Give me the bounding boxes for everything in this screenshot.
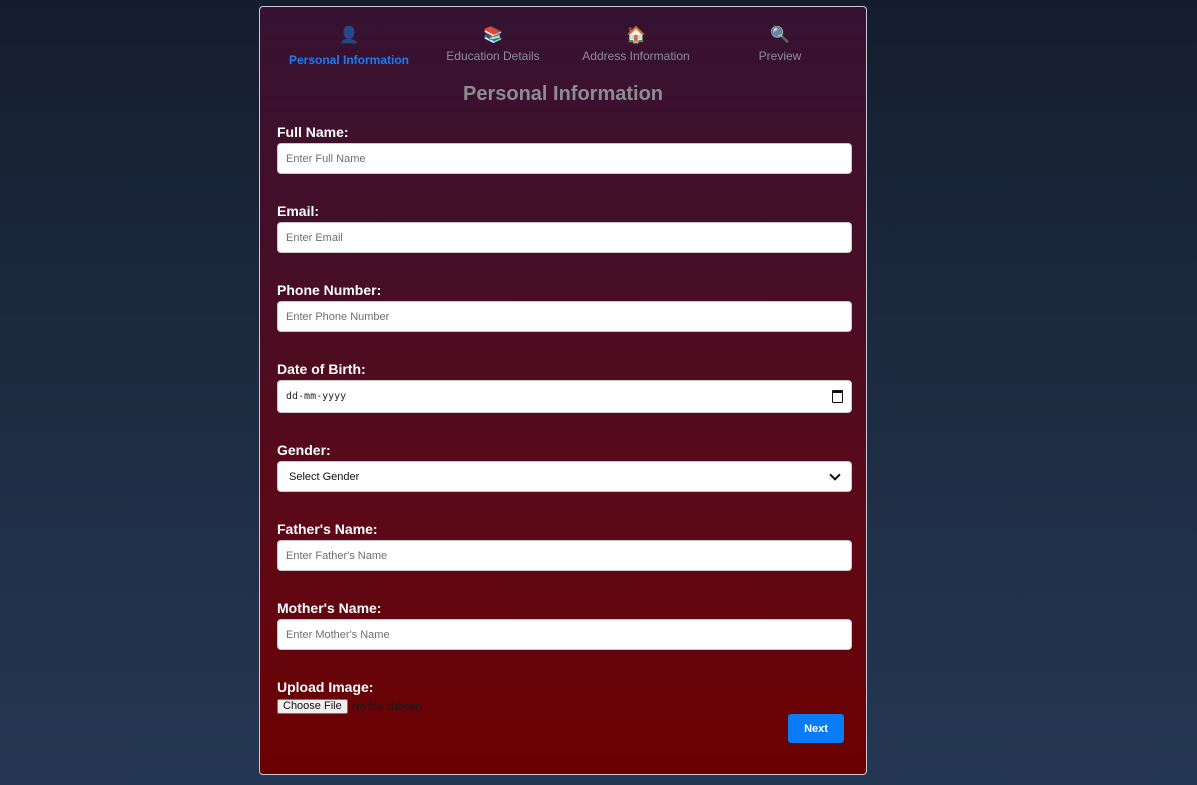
mother-name-input[interactable] bbox=[277, 619, 852, 650]
mother-name-label: Mother's Name: bbox=[277, 600, 382, 616]
file-upload: Choose File No file chosen bbox=[277, 699, 421, 714]
step-label: Education Details bbox=[446, 49, 540, 63]
step-label: Preview bbox=[758, 49, 802, 63]
gender-select[interactable]: Select Gender bbox=[277, 461, 852, 492]
step-personal-information[interactable]: 👤 Personal Information bbox=[274, 25, 424, 67]
step-label: Personal Information bbox=[288, 53, 410, 67]
father-name-label: Father's Name: bbox=[277, 521, 378, 537]
upload-image-label: Upload Image: bbox=[277, 679, 374, 695]
full-name-label: Full Name: bbox=[277, 124, 349, 140]
step-preview[interactable]: 🔍 Preview bbox=[705, 25, 855, 63]
file-status: No file chosen bbox=[351, 700, 422, 713]
dob-label: Date of Birth: bbox=[277, 361, 366, 377]
books-icon: 📚 bbox=[483, 27, 503, 44]
phone-label: Phone Number: bbox=[277, 282, 382, 298]
step-education-details[interactable]: 📚 Education Details bbox=[418, 25, 568, 63]
calendar-icon[interactable] bbox=[832, 390, 843, 403]
email-input[interactable] bbox=[277, 222, 852, 253]
house-icon: 🏠 bbox=[626, 27, 646, 44]
full-name-input[interactable] bbox=[277, 143, 852, 174]
step-indicator: 👤 Personal Information 📚 Education Detai… bbox=[260, 7, 866, 77]
form-card: 👤 Personal Information 📚 Education Detai… bbox=[259, 6, 867, 775]
page-title: Personal Information bbox=[462, 83, 664, 105]
phone-input[interactable] bbox=[277, 301, 852, 332]
dob-value: dd-mm-yyyy bbox=[286, 391, 347, 402]
person-icon: 👤 bbox=[339, 27, 359, 44]
gender-label: Gender: bbox=[277, 442, 331, 458]
chevron-down-icon bbox=[829, 468, 841, 481]
next-button[interactable]: Next bbox=[788, 714, 844, 743]
step-label: Address Information bbox=[582, 49, 690, 63]
step-address-information[interactable]: 🏠 Address Information bbox=[561, 25, 711, 63]
magnifier-icon: 🔍 bbox=[770, 27, 790, 44]
dob-input[interactable]: dd-mm-yyyy bbox=[277, 380, 852, 413]
email-label: Email: bbox=[277, 203, 320, 219]
choose-file-button[interactable]: Choose File bbox=[277, 699, 348, 714]
father-name-input[interactable] bbox=[277, 540, 852, 571]
gender-selected-value: Select Gender bbox=[289, 470, 360, 483]
